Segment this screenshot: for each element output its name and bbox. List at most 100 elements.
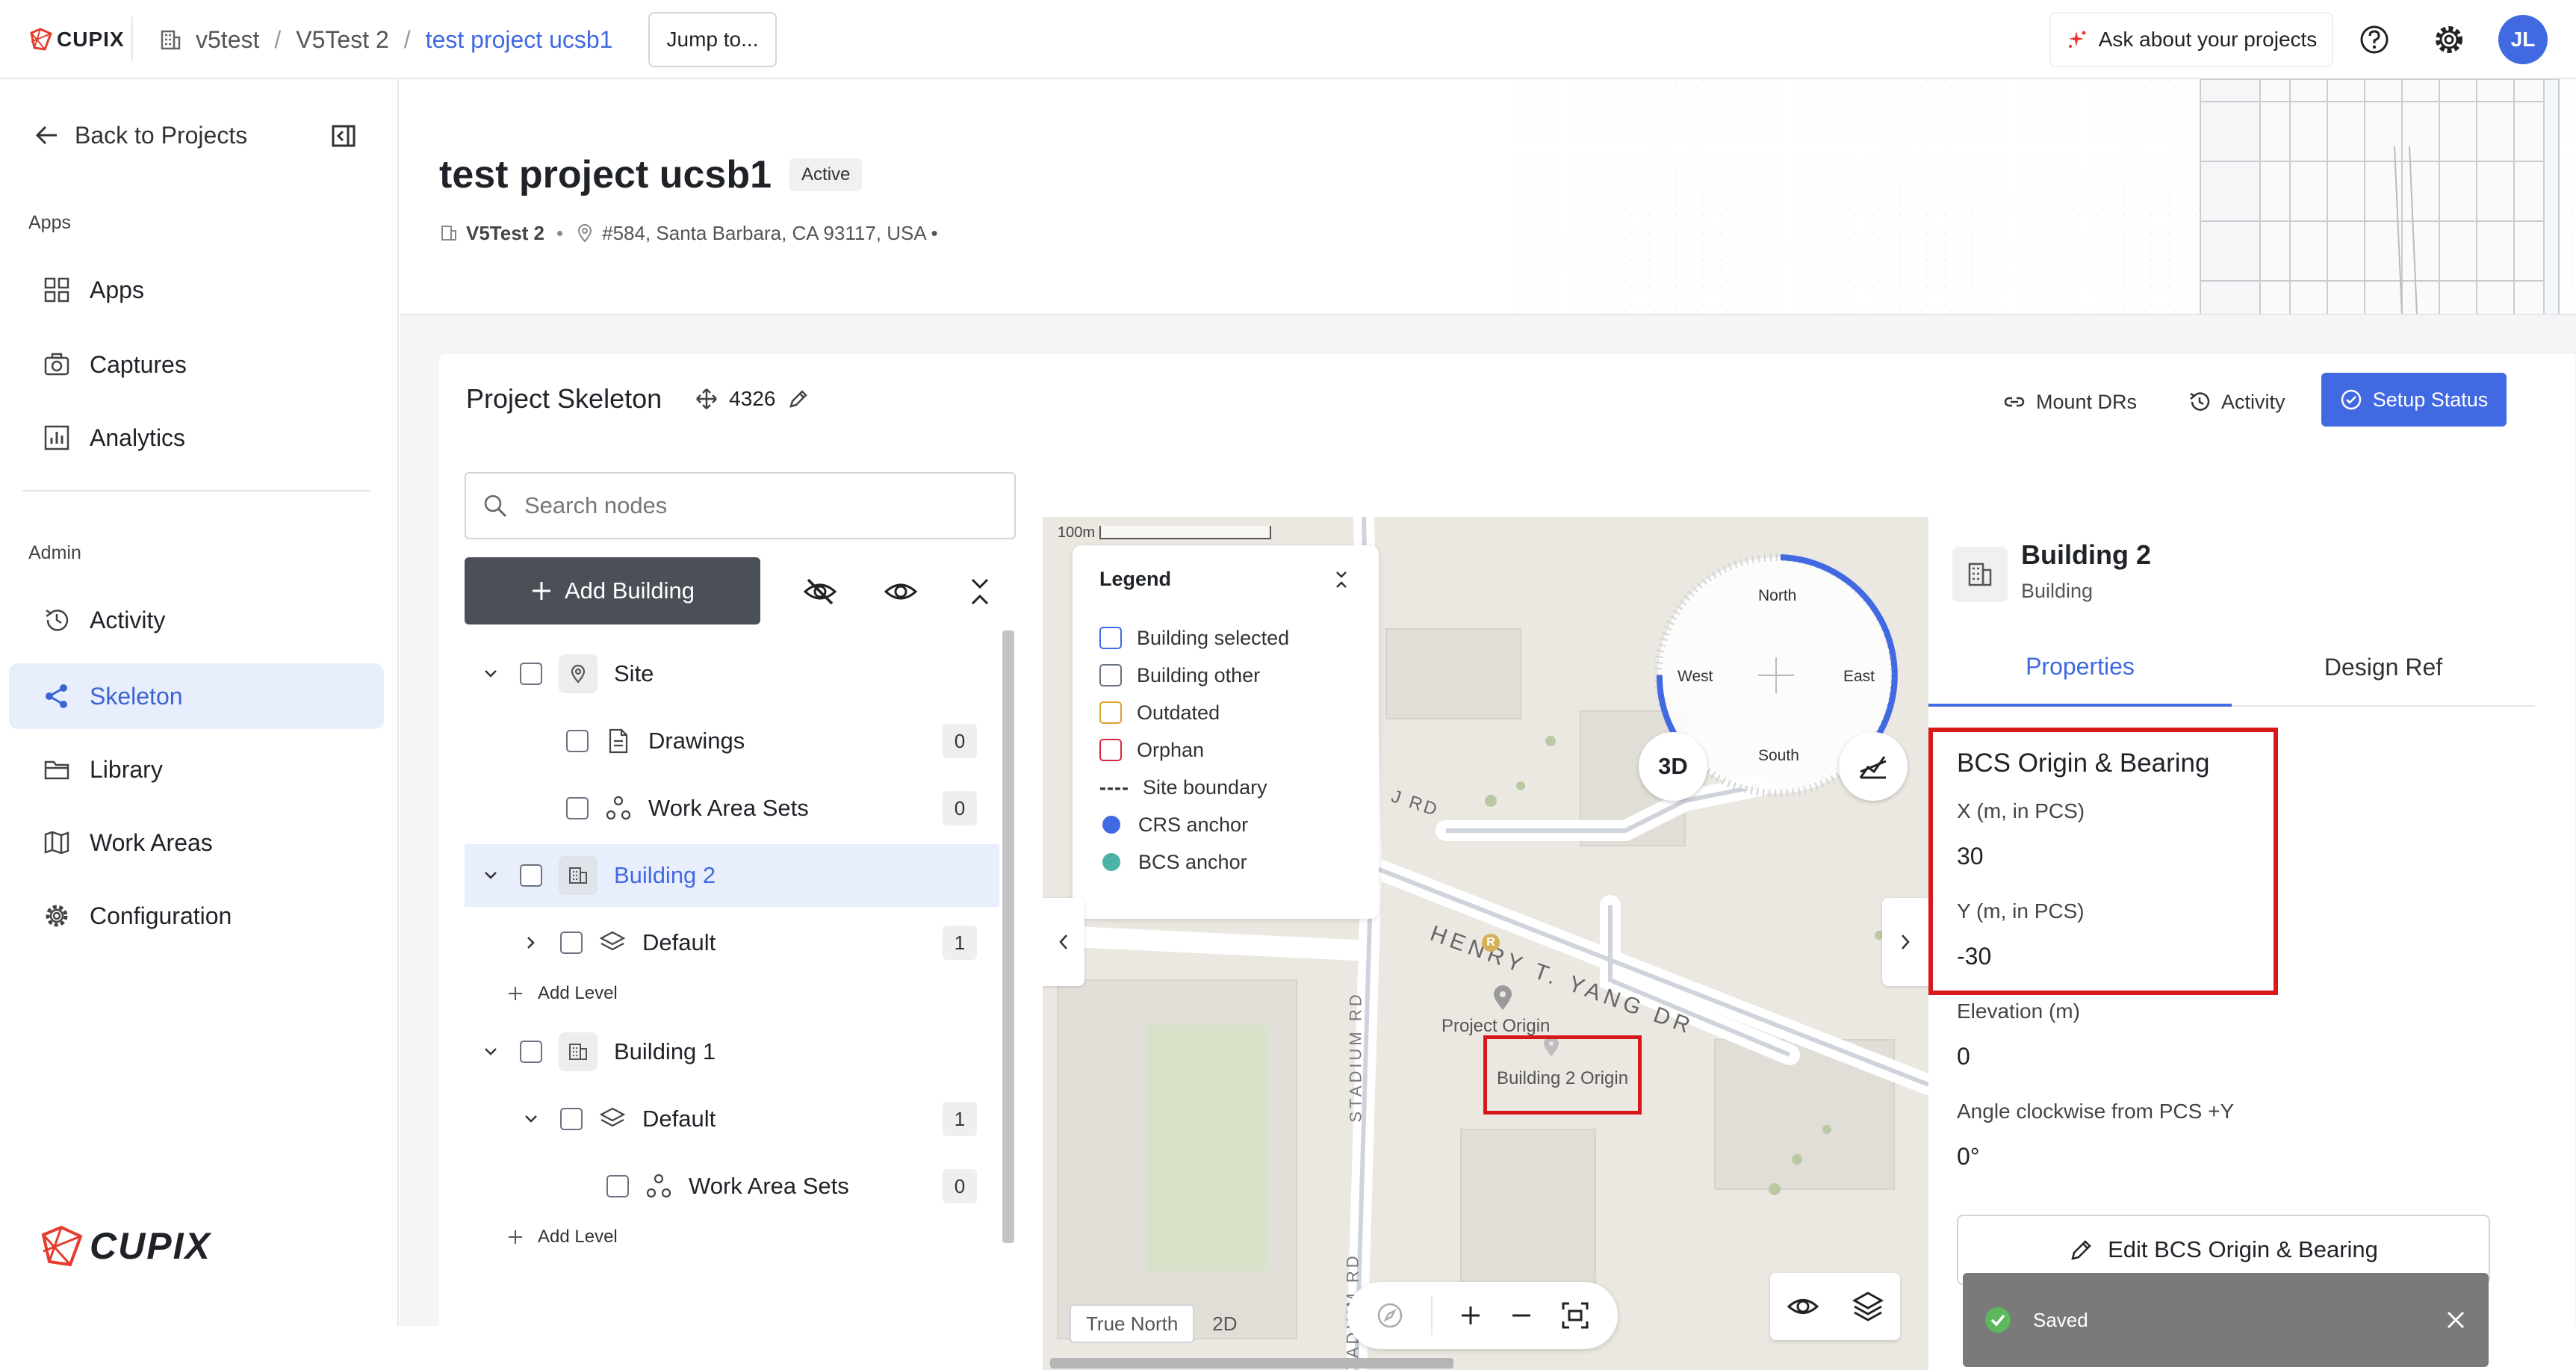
checkbox[interactable] (520, 663, 542, 685)
zoom-out-icon[interactable] (1509, 1303, 1534, 1328)
nav-item-skeleton[interactable]: Skeleton (9, 663, 384, 729)
ask-ai-button[interactable]: Ask about your projects (2049, 12, 2333, 67)
prop-angle-label: Angle clockwise from PCS +Y (1957, 1100, 2235, 1123)
add-building-label: Add Building (564, 577, 695, 604)
terrain-toggle-button[interactable] (1839, 732, 1908, 801)
checkbox[interactable] (560, 932, 583, 954)
scale-ruler (1099, 526, 1272, 539)
add-building-button[interactable]: Add Building (465, 557, 760, 624)
tree-node-drawings[interactable]: Drawings 0 (465, 710, 1007, 772)
fit-view-icon[interactable] (1560, 1301, 1590, 1330)
project-origin-label: Project Origin (1441, 1016, 1551, 1036)
project-origin-pin-icon[interactable] (1491, 985, 1515, 1011)
prop-elevation-value[interactable]: 0 (1957, 1043, 1970, 1070)
map-scrollbar[interactable] (1050, 1358, 1453, 1369)
layers-icon[interactable] (1852, 1290, 1884, 1323)
building-2-origin-highlight[interactable]: Building 2 Origin (1483, 1035, 1642, 1115)
nav-item-activity[interactable]: Activity (9, 587, 384, 653)
3d-toggle-button[interactable]: 3D (1639, 732, 1707, 801)
nav-item-work-areas[interactable]: Work Areas (9, 810, 384, 875)
tree-node-work-area-sets[interactable]: Work Area Sets 0 (465, 1155, 1007, 1218)
2d-mode-button[interactable]: 2D (1199, 1304, 1250, 1343)
chevron-down-icon[interactable] (479, 1041, 502, 1063)
breadcrumb-project[interactable]: test project ucsb1 (426, 26, 613, 54)
setup-status-button[interactable]: Setup Status (2321, 373, 2507, 427)
count-badge: 0 (943, 1169, 977, 1203)
checkbox[interactable] (520, 864, 542, 887)
avatar[interactable]: JL (2498, 15, 2548, 64)
tree-node-building-2[interactable]: Building 2 (465, 844, 999, 907)
checkbox[interactable] (606, 1175, 629, 1197)
street-label: STADIUM RD (1346, 991, 1365, 1123)
document-icon (609, 728, 628, 754)
cupix-logo[interactable]: CUPIX (28, 22, 125, 57)
terrain-icon (1859, 756, 1887, 779)
true-north-button[interactable]: True North (1070, 1304, 1195, 1343)
count-badge: 0 (943, 724, 977, 758)
prop-y-value[interactable]: -30 (1957, 943, 1991, 970)
toast-saved: Saved (1963, 1273, 2489, 1367)
history-icon (2190, 392, 2210, 411)
tab-design-ref[interactable]: Design Ref (2232, 629, 2535, 707)
help-icon[interactable] (2357, 22, 2392, 57)
search-input[interactable]: Search nodes (465, 472, 1016, 539)
collapse-left-button[interactable] (1043, 898, 1084, 986)
chevron-down-icon[interactable] (520, 1108, 542, 1130)
collapse-legend-icon[interactable] (1331, 569, 1352, 590)
add-level-button[interactable]: Add Level (465, 1215, 1007, 1259)
tab-properties[interactable]: Properties (1928, 629, 2232, 707)
checkbox[interactable] (560, 1108, 583, 1130)
tree-node-work-area-sets[interactable]: Work Area Sets 0 (465, 777, 1007, 840)
chevron-right-icon[interactable] (520, 932, 542, 954)
tree-node-level-default[interactable]: Default 1 (465, 1088, 1007, 1150)
tree-node-building-1[interactable]: Building 1 (465, 1020, 1007, 1083)
breadcrumb-group[interactable]: V5Test 2 (296, 26, 389, 54)
tree-scrollbar[interactable] (1002, 630, 1014, 1243)
prop-x-value[interactable]: 30 (1957, 843, 1984, 870)
collapse-sidebar-icon[interactable] (329, 121, 359, 151)
legend-swatch (1102, 816, 1120, 834)
settings-gear-icon[interactable] (2430, 21, 2468, 58)
breadcrumb-org[interactable]: v5test (196, 26, 259, 54)
back-to-projects-link[interactable]: Back to Projects (34, 117, 247, 154)
legend-item: CRS anchor (1099, 806, 1352, 843)
mount-drs-button[interactable]: Mount DRs (2003, 384, 2137, 420)
visibility-eye-icon[interactable] (1786, 1289, 1820, 1324)
checkbox[interactable] (566, 797, 589, 819)
legend-item: BCS anchor (1099, 843, 1352, 881)
chevron-down-icon[interactable] (479, 864, 502, 887)
edit-pencil-icon[interactable] (787, 388, 810, 410)
node-label: Building 2 (614, 862, 716, 888)
chevron-down-icon[interactable] (479, 663, 502, 685)
map-view[interactable]: 100m J RD HENRY T. YANG DR STADIUM RD ST… (1043, 517, 1928, 1370)
nav-item-analytics[interactable]: Analytics (9, 405, 384, 471)
collapse-right-button[interactable] (1882, 898, 1928, 986)
show-all-icon[interactable] (881, 572, 920, 611)
project-address: #584, Santa Barbara, CA 93117, USA • (602, 221, 938, 244)
section-admin: Admin (28, 542, 81, 563)
main-content: test project ucsb1 Active V5Test 2 • #58… (400, 79, 2576, 1370)
compass-icon[interactable] (1375, 1301, 1405, 1330)
legend-label: BCS anchor (1138, 850, 1247, 873)
tree-node-site[interactable]: Site (465, 642, 1007, 705)
checkbox[interactable] (566, 730, 589, 752)
skeleton-card: Project Skeleton 4326 Mount DRs Activity… (439, 354, 2575, 1370)
nav-item-library[interactable]: Library (9, 737, 384, 802)
building-icon (559, 1032, 598, 1071)
checkbox[interactable] (520, 1041, 542, 1063)
collapse-all-icon[interactable] (960, 572, 999, 611)
jump-to-button[interactable]: Jump to... (648, 12, 777, 67)
tree-node-level-default[interactable]: Default 1 (465, 911, 1007, 974)
hide-all-icon[interactable] (801, 572, 839, 611)
zoom-in-icon[interactable] (1458, 1303, 1483, 1328)
close-icon[interactable] (2444, 1308, 2468, 1332)
activity-button[interactable]: Activity (2188, 384, 2285, 420)
nav-item-configuration[interactable]: Configuration (9, 883, 384, 949)
nav-item-captures[interactable]: Captures (9, 332, 384, 397)
add-level-button[interactable]: Add Level (465, 971, 1007, 1016)
divider (22, 490, 370, 492)
work-area-icon (646, 1174, 671, 1198)
nav-item-apps[interactable]: Apps (9, 257, 384, 323)
status-badge: Active (789, 158, 863, 191)
prop-angle-value[interactable]: 0° (1957, 1143, 1980, 1171)
